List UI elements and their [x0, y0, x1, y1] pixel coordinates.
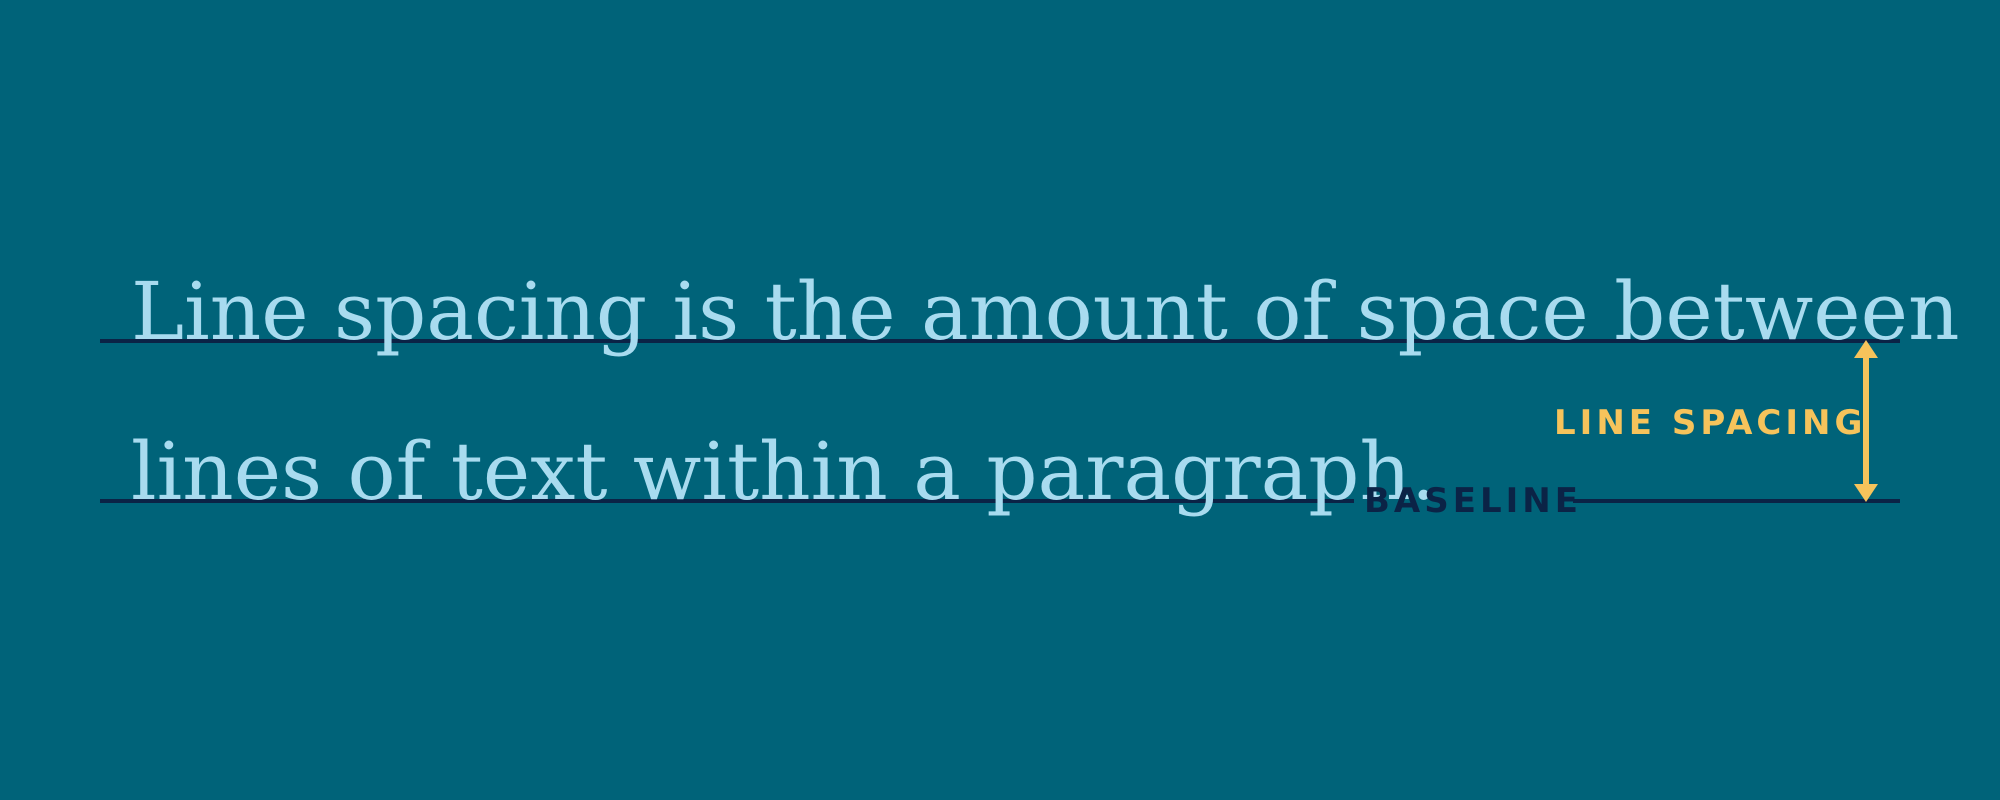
paragraph-line-2: lines of text within a paragraph.	[131, 425, 1437, 518]
paragraph-line-1: Line spacing is the amount of space betw…	[131, 265, 1960, 358]
baseline-label: BASELINE	[1364, 481, 1582, 521]
line-spacing-diagram: Line spacing is the amount of space betw…	[0, 0, 2000, 800]
line-spacing-label: LINE SPACING	[1554, 403, 1867, 443]
baseline-rule-bottom-right	[1573, 499, 1900, 503]
double-headed-vertical-arrow-icon	[1854, 340, 1878, 502]
